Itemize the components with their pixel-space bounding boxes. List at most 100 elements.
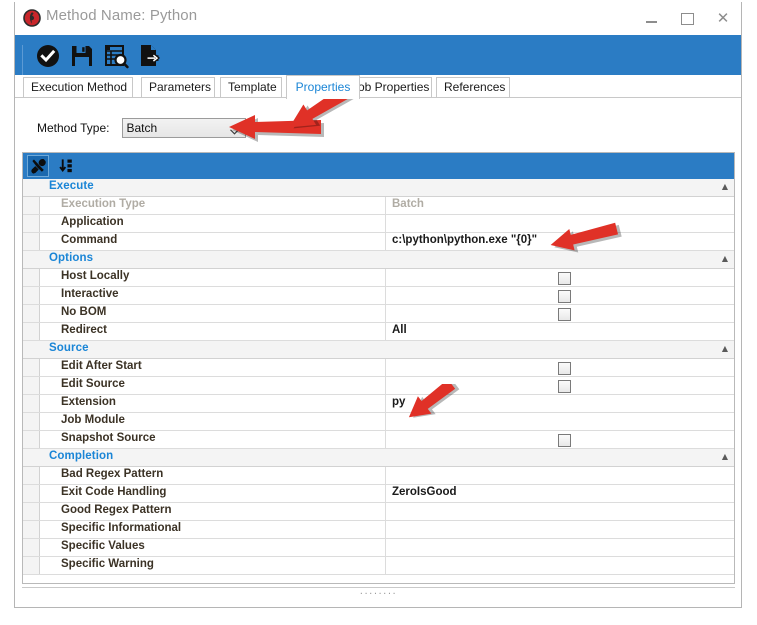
- splitter-grip[interactable]: ········: [22, 590, 735, 600]
- row-checkbox[interactable]: [558, 272, 571, 285]
- category-label: Execute: [49, 180, 94, 192]
- properties-panel: Method Type: Batch: [15, 98, 741, 607]
- method-type-combo[interactable]: Batch: [122, 118, 246, 138]
- column-divider[interactable]: [385, 521, 386, 538]
- toolbar-grip[interactable]: [22, 45, 26, 65]
- export-button[interactable]: [135, 41, 165, 71]
- grid-magnifier-icon: [103, 43, 129, 69]
- row-label: Execution Type: [61, 198, 145, 210]
- column-divider[interactable]: [385, 467, 386, 484]
- column-divider[interactable]: [385, 287, 386, 304]
- tab-references[interactable]: References: [436, 77, 510, 98]
- column-divider[interactable]: [385, 269, 386, 286]
- column-divider[interactable]: [385, 413, 386, 430]
- minimize-button[interactable]: [633, 4, 669, 34]
- column-divider[interactable]: [385, 233, 386, 250]
- row-command[interactable]: Command c:\python\python.exe "{0}": [23, 233, 734, 251]
- maximize-button[interactable]: [669, 4, 705, 34]
- row-extension[interactable]: Extension py: [23, 395, 734, 413]
- tab-parameters[interactable]: Parameters: [141, 77, 215, 98]
- row-specific-warning[interactable]: Specific Warning: [23, 557, 734, 575]
- column-divider[interactable]: [385, 215, 386, 232]
- category-label: Options: [49, 252, 93, 264]
- property-grid-toolbar: [23, 153, 734, 179]
- row-label: Specific Values: [61, 540, 145, 552]
- row-gutter: [23, 233, 40, 250]
- row-bad-regex-pattern[interactable]: Bad Regex Pattern: [23, 467, 734, 485]
- column-divider[interactable]: [385, 197, 386, 214]
- row-exit-code-handling[interactable]: Exit Code Handling ZeroIsGood: [23, 485, 734, 503]
- row-gutter: [23, 485, 40, 502]
- property-grid: Execute ▲ Execution Type Batch Applicati…: [22, 152, 735, 584]
- row-specific-values[interactable]: Specific Values: [23, 539, 734, 557]
- categorized-view-button[interactable]: [27, 155, 49, 177]
- category-header-completion[interactable]: Completion ▲: [23, 449, 734, 467]
- app-logo-icon: [23, 9, 41, 27]
- row-label: Host Locally: [61, 270, 129, 282]
- category-header-source[interactable]: Source ▲: [23, 341, 734, 359]
- row-good-regex-pattern[interactable]: Good Regex Pattern: [23, 503, 734, 521]
- category-header-options[interactable]: Options ▲: [23, 251, 734, 269]
- column-divider[interactable]: [385, 323, 386, 340]
- column-divider[interactable]: [385, 377, 386, 394]
- row-checkbox[interactable]: [558, 362, 571, 375]
- row-value: ZeroIsGood: [392, 486, 457, 498]
- collapse-arrow-icon[interactable]: ▲: [722, 182, 728, 191]
- row-gutter: [23, 305, 40, 322]
- row-job-module[interactable]: Job Module: [23, 413, 734, 431]
- row-checkbox[interactable]: [558, 434, 571, 447]
- row-label: Command: [61, 234, 117, 246]
- column-divider[interactable]: [385, 305, 386, 322]
- preview-button[interactable]: [101, 41, 131, 71]
- column-divider[interactable]: [385, 539, 386, 556]
- tab-strip: Execution Method Parameters Template Pro…: [15, 75, 741, 98]
- row-interactive[interactable]: Interactive: [23, 287, 734, 305]
- tab-template[interactable]: Template: [220, 77, 282, 98]
- row-extension-value: py: [392, 396, 405, 408]
- column-divider[interactable]: [385, 503, 386, 520]
- column-divider[interactable]: [385, 485, 386, 502]
- column-divider[interactable]: [385, 557, 386, 574]
- alphabetical-sort-button[interactable]: [55, 155, 77, 177]
- row-value: Batch: [392, 198, 424, 210]
- document-export-icon: [137, 43, 163, 69]
- category-header-execute[interactable]: Execute ▲: [23, 179, 734, 197]
- close-button[interactable]: ✕: [705, 4, 741, 34]
- row-host-locally[interactable]: Host Locally: [23, 269, 734, 287]
- collapse-arrow-icon[interactable]: ▲: [722, 452, 728, 461]
- row-redirect[interactable]: Redirect All: [23, 323, 734, 341]
- row-specific-informational[interactable]: Specific Informational: [23, 521, 734, 539]
- floppy-disk-icon: [69, 43, 95, 69]
- row-gutter: [23, 215, 40, 232]
- row-application[interactable]: Application: [23, 215, 734, 233]
- row-gutter: [23, 503, 40, 520]
- chevron-down-icon: [230, 124, 239, 142]
- tab-execution-method[interactable]: Execution Method: [23, 77, 133, 98]
- row-label: Good Regex Pattern: [61, 504, 172, 516]
- row-snapshot-source[interactable]: Snapshot Source: [23, 431, 734, 449]
- row-label: Extension: [61, 396, 116, 408]
- collapse-arrow-icon[interactable]: ▲: [722, 344, 728, 353]
- row-gutter: [23, 323, 40, 340]
- window-title: Method Name: Python: [46, 7, 197, 24]
- row-execution-type[interactable]: Execution Type Batch: [23, 197, 734, 215]
- row-edit-source[interactable]: Edit Source: [23, 377, 734, 395]
- column-divider[interactable]: [385, 395, 386, 412]
- collapse-arrow-icon[interactable]: ▲: [722, 254, 728, 263]
- row-value: All: [392, 324, 407, 336]
- method-type-value: Batch: [127, 121, 158, 135]
- save-button[interactable]: [67, 41, 97, 71]
- row-label: Edit Source: [61, 378, 125, 390]
- tab-properties[interactable]: Properties: [286, 75, 360, 99]
- column-divider[interactable]: [385, 431, 386, 448]
- row-checkbox[interactable]: [558, 380, 571, 393]
- row-gutter: [23, 431, 40, 448]
- row-no-bom[interactable]: No BOM: [23, 305, 734, 323]
- row-checkbox[interactable]: [558, 290, 571, 303]
- property-grid-body: Execute ▲ Execution Type Batch Applicati…: [23, 179, 734, 583]
- row-label: Bad Regex Pattern: [61, 468, 163, 480]
- row-checkbox[interactable]: [558, 308, 571, 321]
- row-edit-after-start[interactable]: Edit After Start: [23, 359, 734, 377]
- apply-check-button[interactable]: [33, 41, 63, 71]
- column-divider[interactable]: [385, 359, 386, 376]
